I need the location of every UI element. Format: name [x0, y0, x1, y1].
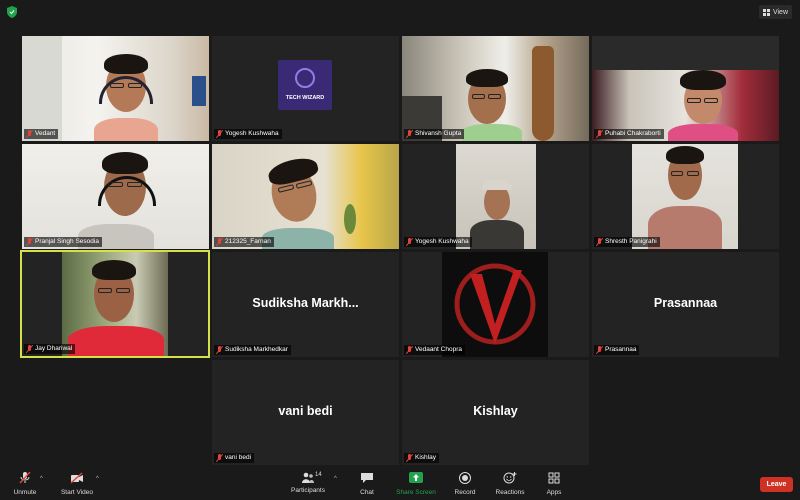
participant-name-label: 212325_Farnan	[214, 237, 274, 247]
muted-mic-icon	[26, 238, 33, 246]
muted-mic-icon	[26, 345, 33, 353]
participant-tile-vedant[interactable]: Vedant	[22, 36, 209, 141]
muted-mic-icon	[596, 346, 603, 354]
participant-name-label: Jay Dhariwal	[24, 344, 76, 354]
apps-icon	[548, 472, 560, 484]
people-icon	[302, 472, 314, 483]
video-feed	[456, 144, 536, 249]
chat-label: Chat	[360, 489, 374, 496]
video-feed	[22, 36, 209, 141]
participant-name-label: Prasannaa	[594, 345, 640, 355]
chat-button[interactable]: Chat	[352, 472, 382, 496]
v-logo-icon	[454, 263, 536, 345]
participant-tile-prasannaa[interactable]: Prasannaa Prasannaa	[592, 252, 779, 357]
share-screen-label: Share Screen	[396, 489, 436, 496]
start-video-button[interactable]: Start Video	[58, 472, 96, 496]
muted-mic-icon	[216, 238, 223, 246]
record-button[interactable]: Record	[450, 472, 480, 496]
participant-tile-puhabi[interactable]: Puhabi Chakraborti	[592, 36, 779, 141]
video-feed	[62, 252, 168, 356]
chat-bubble-icon	[361, 473, 373, 483]
muted-mic-icon	[596, 238, 603, 246]
participant-name-label: Vedant	[24, 129, 59, 139]
participant-tile-shivansh[interactable]: Shivansh Gupta	[402, 36, 589, 141]
unmute-label: Unmute	[13, 489, 37, 496]
participant-display-name: Kishlay	[473, 404, 518, 418]
participant-name-label: Puhabi Chakraborti	[594, 129, 664, 139]
muted-mic-icon	[26, 130, 33, 138]
leave-button[interactable]: Leave	[760, 477, 793, 492]
participant-name-label: Yogesh Kushwaha	[214, 129, 282, 139]
video-options-chevron-icon[interactable]: ^	[96, 476, 99, 482]
grid-view-icon	[762, 8, 770, 16]
participants-icon-wrap: 14	[301, 472, 322, 484]
view-button-label: View	[772, 8, 788, 16]
video-off-icon	[70, 472, 83, 484]
participants-label: Participants	[291, 487, 325, 494]
participant-name-label: vani bedi	[214, 453, 255, 463]
smiley-plus-icon	[503, 472, 517, 484]
participants-options-chevron-icon[interactable]: ^	[334, 476, 337, 482]
participant-tile-sudiksha[interactable]: Sudiksha Markh... Sudiksha Markhedkar	[212, 252, 399, 357]
participant-name-label: Pranjal Singh Sesodia	[24, 237, 102, 247]
muted-mic-icon	[406, 346, 413, 354]
participant-name-label: Sudiksha Markhedkar	[214, 345, 291, 355]
view-button[interactable]: View	[758, 5, 792, 19]
share-screen-button[interactable]: Share Screen	[394, 472, 438, 496]
participant-tile-yogesh[interactable]: TECH WIZARD Yogesh Kushwaha	[212, 36, 399, 141]
participant-display-name: vani bedi	[278, 404, 333, 418]
muted-mic-icon	[216, 346, 223, 354]
participant-tile-shresth[interactable]: Shresth Panigrahi	[592, 144, 779, 249]
wizard-hat-icon	[295, 68, 315, 88]
participant-display-name: Prasannaa	[653, 296, 718, 310]
participant-name-label: Vedaant Chopra	[404, 345, 465, 355]
participant-display-name: Sudiksha Markh...	[252, 296, 359, 310]
apps-button[interactable]: Apps	[540, 472, 568, 496]
participants-button[interactable]: 14 Participants	[288, 472, 328, 494]
logo-text: TECH WIZARD	[285, 95, 325, 101]
participant-tile-yogesh-2[interactable]: Yogesh Kushwaha	[402, 144, 589, 249]
participant-tile-vani[interactable]: vani bedi vani bedi	[212, 360, 399, 465]
profile-logo: TECH WIZARD	[278, 60, 332, 110]
meeting-toolbar: Unmute ^ Start Video ^ 14 Participants ^…	[0, 468, 800, 500]
reactions-button[interactable]: Reactions	[492, 472, 528, 496]
participant-tile-farnan[interactable]: 212325_Farnan	[212, 144, 399, 249]
muted-mic-icon	[216, 454, 223, 462]
video-feed	[402, 36, 589, 141]
video-feed	[592, 36, 779, 141]
audio-options-chevron-icon[interactable]: ^	[40, 476, 43, 482]
apps-label: Apps	[546, 489, 562, 496]
participant-tile-jay-active-speaker[interactable]: Jay Dhariwal	[20, 250, 210, 358]
muted-mic-icon	[406, 238, 413, 246]
share-screen-icon	[409, 472, 423, 483]
unmute-button[interactable]: Unmute	[10, 471, 40, 496]
video-feed	[632, 144, 738, 249]
muted-mic-icon	[406, 454, 413, 462]
muted-mic-icon	[406, 130, 413, 138]
muted-mic-icon	[596, 130, 603, 138]
muted-microphone-icon	[19, 471, 31, 484]
video-feed	[22, 144, 209, 249]
top-bar: View	[0, 0, 800, 24]
record-icon	[459, 472, 471, 484]
participants-count: 14	[315, 472, 322, 478]
participant-tile-pranjal[interactable]: Pranjal Singh Sesodia	[22, 144, 209, 249]
participant-name-label: Kishlay	[404, 453, 439, 463]
start-video-label: Start Video	[60, 489, 94, 496]
participant-name-label: Shresth Panigrahi	[594, 237, 660, 247]
profile-logo-v	[442, 252, 548, 357]
participant-tile-kishlay[interactable]: Kishlay Kishlay	[402, 360, 589, 465]
security-shield-icon[interactable]	[7, 6, 17, 18]
participant-name-label: Yogesh Kushwaha	[404, 237, 472, 247]
participant-name-label: Shivansh Gupta	[404, 129, 465, 139]
muted-mic-icon	[216, 130, 223, 138]
participant-tile-vedaant[interactable]: Vedaant Chopra	[402, 252, 589, 357]
reactions-label: Reactions	[495, 489, 525, 496]
video-feed	[212, 144, 399, 249]
record-label: Record	[454, 489, 476, 496]
